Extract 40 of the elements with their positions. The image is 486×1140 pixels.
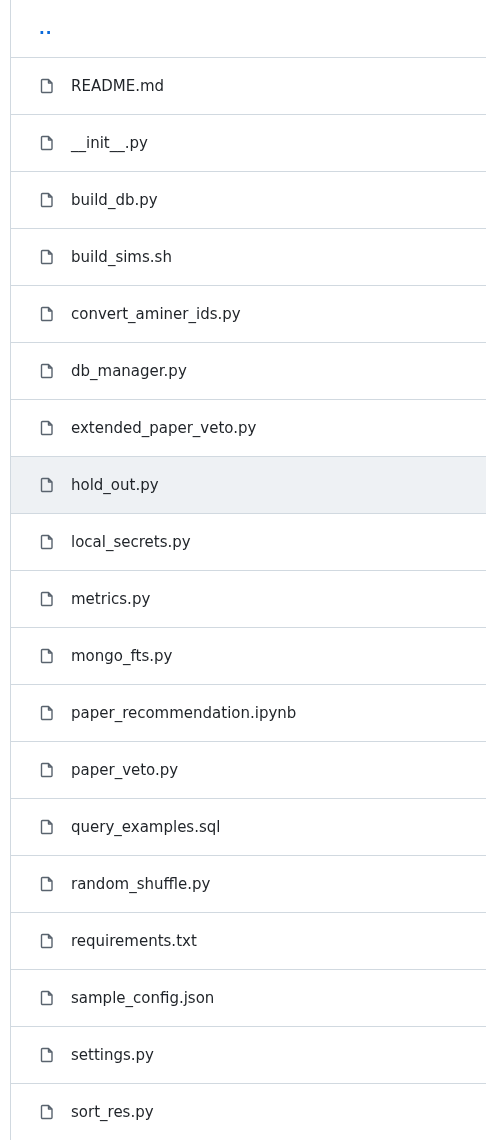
file-name-link[interactable]: extended_paper_veto.py (71, 419, 257, 437)
file-icon (39, 819, 55, 835)
file-row[interactable]: hold_out.py (11, 457, 486, 514)
file-name-link[interactable]: db_manager.py (71, 362, 187, 380)
file-icon (39, 534, 55, 550)
file-icon (39, 306, 55, 322)
file-icon (39, 876, 55, 892)
file-name-link[interactable]: mongo_fts.py (71, 647, 173, 665)
file-name-link[interactable]: convert_aminer_ids.py (71, 305, 241, 323)
file-name-link[interactable]: build_sims.sh (71, 248, 172, 266)
file-name-link[interactable]: settings.py (71, 1046, 154, 1064)
file-name-link[interactable]: __init__.py (71, 134, 148, 152)
file-icon (39, 933, 55, 949)
file-name-link[interactable]: README.md (71, 77, 165, 95)
file-icon (39, 249, 55, 265)
file-icon (39, 705, 55, 721)
file-name-link[interactable]: paper_veto.py (71, 761, 179, 779)
file-icon (39, 477, 55, 493)
file-icon (39, 648, 55, 664)
file-name-link[interactable]: random_shuffle.py (71, 875, 211, 893)
file-icon (39, 1047, 55, 1063)
file-icon (39, 192, 55, 208)
file-icon (39, 990, 55, 1006)
file-name-link[interactable]: query_examples.sql (71, 818, 221, 836)
file-name-link[interactable]: requirements.txt (71, 932, 197, 950)
file-icon (39, 363, 55, 379)
file-name-link[interactable]: local_secrets.py (71, 533, 191, 551)
file-name-link[interactable]: sort_res.py (71, 1103, 154, 1121)
file-icon (39, 135, 55, 151)
file-icon (39, 78, 55, 94)
file-icon (39, 591, 55, 607)
file-name-link[interactable]: metrics.py (71, 590, 151, 608)
file-icon (39, 420, 55, 436)
file-icon (39, 1104, 55, 1120)
file-name-link[interactable]: hold_out.py (71, 476, 159, 494)
file-name-link[interactable]: paper_recommendation.ipynb (71, 704, 297, 722)
parent-directory-link[interactable]: .. (39, 19, 53, 38)
file-icon (39, 762, 55, 778)
file-name-link[interactable]: sample_config.json (71, 989, 215, 1007)
file-name-link[interactable]: build_db.py (71, 191, 158, 209)
